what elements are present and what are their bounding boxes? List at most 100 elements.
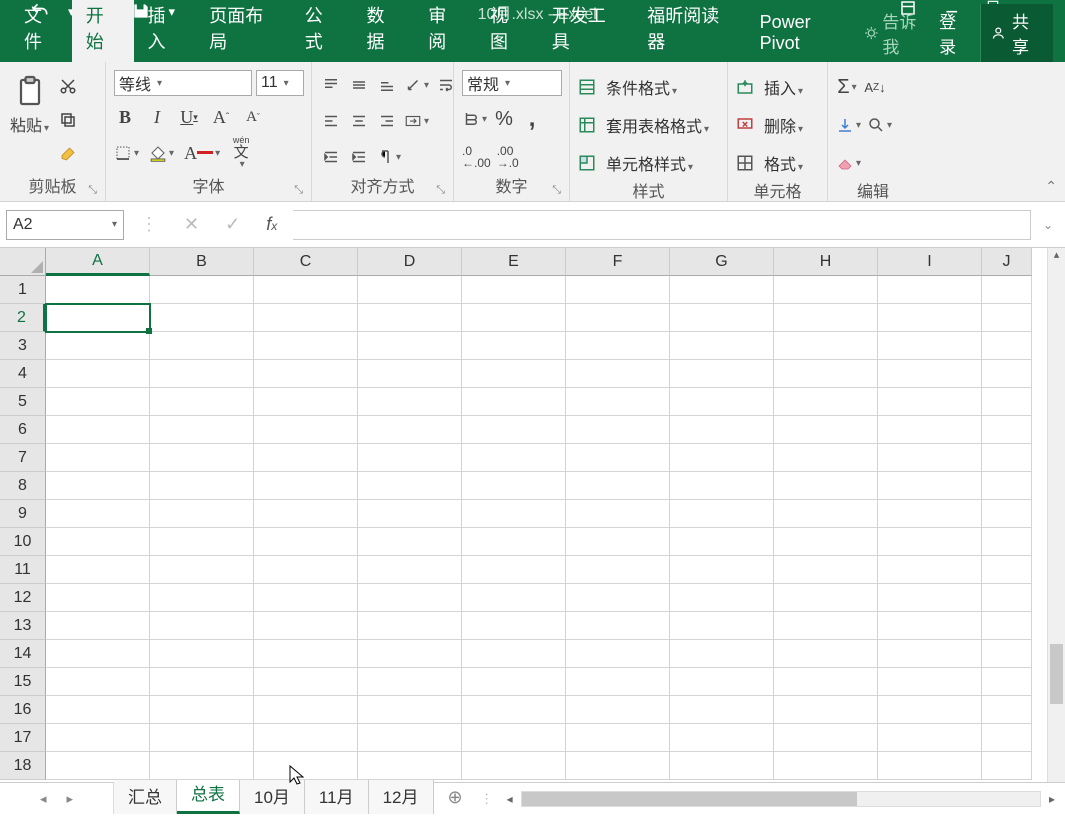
cell[interactable]: [46, 304, 150, 332]
cell[interactable]: [46, 416, 150, 444]
cell[interactable]: [670, 360, 774, 388]
font-color-button[interactable]: A: [184, 141, 220, 165]
formula-input[interactable]: [293, 210, 1031, 240]
cell[interactable]: [878, 416, 982, 444]
sheet-nav-prev[interactable]: ◂: [40, 791, 47, 807]
decrease-font-button[interactable]: Aˇ: [242, 105, 264, 129]
italic-button[interactable]: I: [146, 105, 168, 129]
horizontal-scrollbar[interactable]: ◂ ▸: [497, 783, 1065, 814]
cell[interactable]: [670, 472, 774, 500]
cell[interactable]: [670, 696, 774, 724]
cell[interactable]: [878, 388, 982, 416]
cell[interactable]: [566, 388, 670, 416]
decrease-indent-button[interactable]: [320, 145, 342, 169]
cell[interactable]: [878, 724, 982, 752]
cell[interactable]: [878, 500, 982, 528]
format-table-button[interactable]: 套用表格格式: [578, 110, 709, 140]
cell[interactable]: [566, 416, 670, 444]
select-all-corner[interactable]: [0, 248, 46, 276]
cell[interactable]: [566, 752, 670, 780]
row-header[interactable]: 14: [0, 640, 46, 668]
cell[interactable]: [774, 360, 878, 388]
cell[interactable]: [46, 556, 150, 584]
cell[interactable]: [774, 332, 878, 360]
tab-view[interactable]: 视图: [476, 0, 538, 62]
cell[interactable]: [46, 444, 150, 472]
cell[interactable]: [462, 724, 566, 752]
row-header[interactable]: 8: [0, 472, 46, 500]
cell[interactable]: [566, 360, 670, 388]
comma-button[interactable]: ,: [521, 107, 543, 131]
tab-home[interactable]: 开始: [72, 0, 134, 62]
cell[interactable]: [982, 472, 1032, 500]
cell[interactable]: [150, 696, 254, 724]
cell[interactable]: [358, 416, 462, 444]
cell[interactable]: [358, 472, 462, 500]
format-cells-button[interactable]: 格式: [736, 148, 803, 178]
cell[interactable]: [982, 500, 1032, 528]
collapse-ribbon-icon[interactable]: ⌃: [1045, 178, 1057, 195]
cell[interactable]: [462, 388, 566, 416]
cell[interactable]: [982, 668, 1032, 696]
cell[interactable]: [254, 640, 358, 668]
row-header[interactable]: 10: [0, 528, 46, 556]
percent-button[interactable]: %: [493, 107, 515, 131]
clipboard-launcher[interactable]: ⤡: [88, 184, 97, 197]
column-header[interactable]: D: [358, 248, 462, 276]
cell[interactable]: [254, 388, 358, 416]
spreadsheet-grid[interactable]: ABCDEFGHIJ123456789101112131415161718: [0, 248, 1065, 780]
tab-foxit[interactable]: 福昕阅读器: [633, 0, 745, 62]
cell[interactable]: [566, 640, 670, 668]
cell[interactable]: [878, 556, 982, 584]
cell[interactable]: [982, 444, 1032, 472]
cell[interactable]: [46, 276, 150, 304]
cell[interactable]: [774, 668, 878, 696]
row-header[interactable]: 11: [0, 556, 46, 584]
cell[interactable]: [670, 276, 774, 304]
tab-file[interactable]: 文件: [10, 0, 72, 62]
cell[interactable]: [358, 640, 462, 668]
rtl-button[interactable]: [376, 145, 401, 169]
expand-formula-icon[interactable]: ⌄: [1037, 218, 1059, 232]
row-header[interactable]: 18: [0, 752, 46, 780]
cell[interactable]: [774, 276, 878, 304]
clear-button[interactable]: [836, 151, 861, 175]
cell[interactable]: [150, 416, 254, 444]
cell[interactable]: [358, 612, 462, 640]
cell[interactable]: [150, 640, 254, 668]
align-launcher[interactable]: ⤡: [436, 184, 445, 197]
cell[interactable]: [670, 584, 774, 612]
cell[interactable]: [462, 332, 566, 360]
align-left-button[interactable]: [320, 109, 342, 133]
accept-formula-icon[interactable]: ✓: [215, 214, 250, 235]
cell[interactable]: [982, 528, 1032, 556]
cell[interactable]: [774, 528, 878, 556]
column-header[interactable]: E: [462, 248, 566, 276]
cell[interactable]: [566, 668, 670, 696]
row-header[interactable]: 4: [0, 360, 46, 388]
autosum-button[interactable]: Σ: [836, 75, 858, 99]
cell[interactable]: [46, 640, 150, 668]
vertical-scrollbar[interactable]: ▴: [1047, 248, 1065, 782]
cell[interactable]: [254, 584, 358, 612]
cell[interactable]: [774, 500, 878, 528]
cell[interactable]: [358, 696, 462, 724]
cell[interactable]: [254, 472, 358, 500]
increase-indent-button[interactable]: [348, 145, 370, 169]
cell[interactable]: [878, 640, 982, 668]
cell[interactable]: [566, 584, 670, 612]
cell[interactable]: [982, 360, 1032, 388]
row-header[interactable]: 5: [0, 388, 46, 416]
cell[interactable]: [982, 304, 1032, 332]
cell[interactable]: [878, 444, 982, 472]
row-header[interactable]: 3: [0, 332, 46, 360]
cell[interactable]: [462, 500, 566, 528]
cell[interactable]: [46, 584, 150, 612]
cell[interactable]: [150, 724, 254, 752]
cell[interactable]: [254, 416, 358, 444]
cell[interactable]: [982, 556, 1032, 584]
fx-icon[interactable]: fx: [256, 214, 287, 235]
cell[interactable]: [878, 304, 982, 332]
cut-icon[interactable]: [57, 74, 79, 98]
tell-me[interactable]: 告诉我: [864, 8, 929, 58]
